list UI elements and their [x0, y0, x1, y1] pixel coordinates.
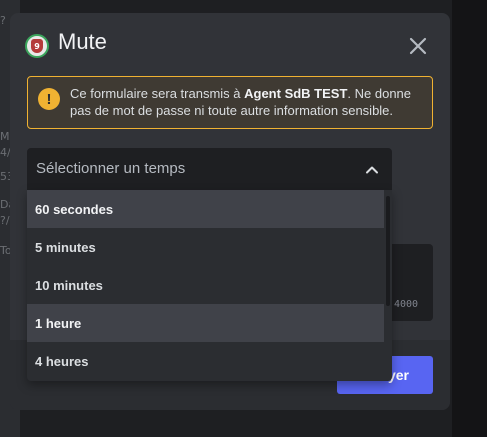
- warning-text-before: Ce formulaire sera transmis à: [70, 86, 245, 101]
- option-1-heure[interactable]: 1 heure: [27, 304, 384, 342]
- warning-text: Ce formulaire sera transmis à Agent SdB …: [70, 85, 430, 119]
- warning-notice: ! Ce formulaire sera transmis à Agent Sd…: [27, 76, 433, 129]
- time-select[interactable]: Sélectionner un temps: [27, 148, 392, 190]
- close-icon: [409, 37, 427, 55]
- option-10-minutes[interactable]: 10 minutes: [27, 266, 384, 304]
- character-counter: 4000: [394, 299, 419, 310]
- background-right-panel: [452, 0, 487, 437]
- modal-header: 9 Mute: [10, 13, 450, 73]
- warning-icon: !: [38, 88, 60, 110]
- option-4-heures[interactable]: 4 heures: [27, 342, 384, 380]
- bot-avatar-icon: 9: [25, 34, 49, 58]
- select-options-list: 60 secondes 5 minutes 10 minutes 1 heure…: [27, 190, 392, 381]
- warning-bot-name: Agent SdB TEST: [244, 86, 348, 101]
- option-5-minutes[interactable]: 5 minutes: [27, 228, 384, 266]
- chevron-up-icon[interactable]: [364, 162, 380, 178]
- modal-title: Mute: [58, 29, 107, 54]
- select-placeholder: Sélectionner un temps: [36, 160, 186, 177]
- close-button[interactable]: [405, 33, 431, 59]
- option-60-secondes[interactable]: 60 secondes: [27, 190, 384, 228]
- options-scrollbar-thumb[interactable]: [386, 196, 390, 306]
